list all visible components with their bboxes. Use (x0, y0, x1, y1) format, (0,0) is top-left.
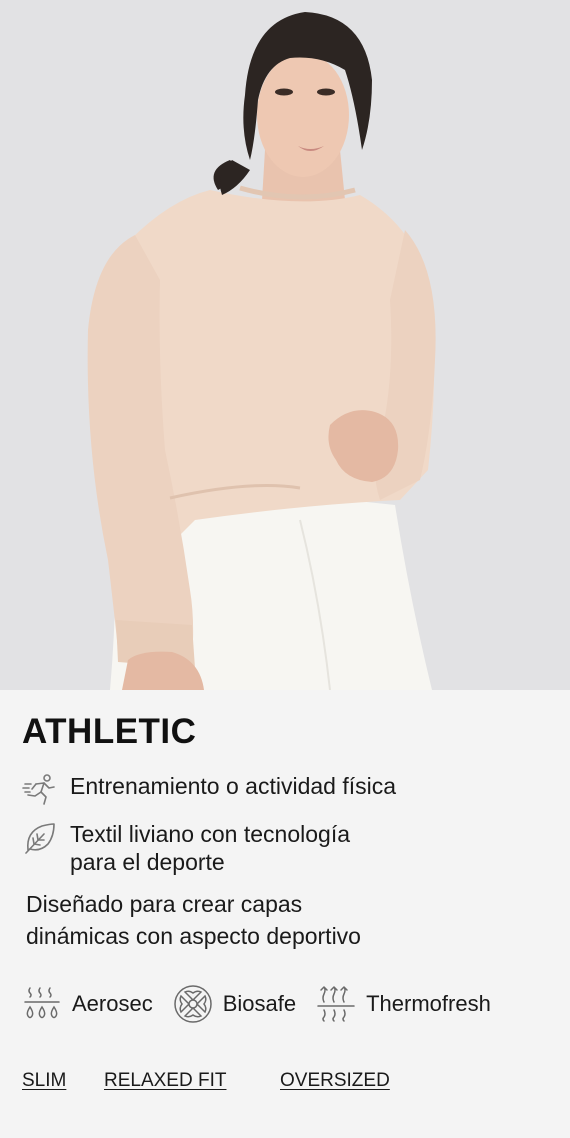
technology-list: Aerosec Biosafe Thermofresh (22, 984, 511, 1024)
leaf-icon (22, 820, 58, 856)
product-hero-image (0, 0, 570, 690)
tech-thermofresh-label: Thermofresh (366, 991, 491, 1016)
feature-textile-line2: para el deporte (70, 849, 225, 875)
aerosec-icon (22, 984, 62, 1024)
category-title: ATHLETIC (22, 712, 197, 751)
biosafe-icon (173, 984, 213, 1024)
product-description: Diseñado para crear capas dinámicas con … (26, 888, 486, 952)
tech-aerosec-label: Aerosec (72, 991, 153, 1016)
tech-biosafe: Biosafe (173, 984, 296, 1024)
feature-textile: Textil liviano con tecnología para el de… (22, 820, 350, 876)
feature-textile-text: Textil liviano con tecnología para el de… (70, 820, 350, 876)
tech-thermofresh: Thermofresh (316, 984, 491, 1024)
feature-training: Entrenamiento o actividad física (22, 772, 396, 808)
fit-oversized-link[interactable]: OVERSIZED (280, 1070, 390, 1092)
tech-aerosec: Aerosec (22, 984, 153, 1024)
feature-training-text: Entrenamiento o actividad física (70, 773, 397, 799)
thermofresh-icon (316, 984, 356, 1024)
fit-slim-link[interactable]: SLIM (22, 1070, 66, 1092)
feature-textile-line1: Textil liviano con tecnología (70, 821, 350, 847)
fit-relaxed-link[interactable]: RELAXED FIT (104, 1070, 226, 1092)
description-line1: Diseñado para crear capas (26, 891, 303, 917)
model-illustration (0, 0, 570, 690)
product-info-panel: ATHLETIC Entrenamiento o actividad físic… (0, 690, 570, 1138)
description-line2: dinámicas con aspecto deportivo (26, 923, 361, 949)
tech-biosafe-label: Biosafe (222, 991, 297, 1016)
runner-icon (22, 772, 58, 808)
